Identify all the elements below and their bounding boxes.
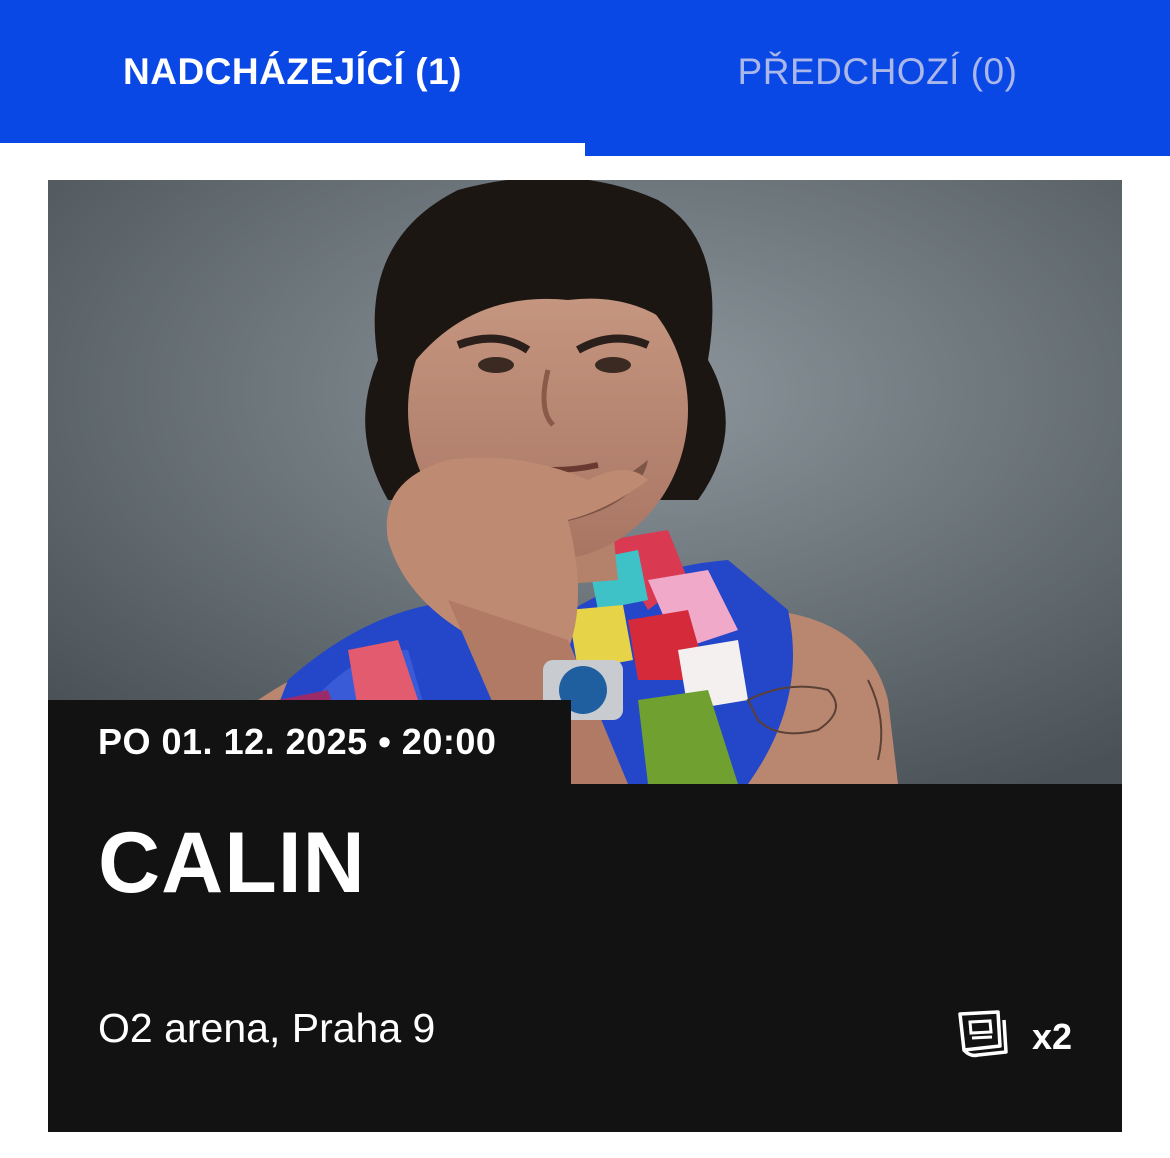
tab-upcoming-label: NADCHÁZEJÍCÍ (1)	[123, 50, 462, 92]
tab-bar-background-extension	[585, 143, 1170, 156]
ticket-count: x2	[1031, 1015, 1072, 1057]
event-card[interactable]: PO 01. 12. 2025 • 20:00 CALIN O2 arena, …	[48, 180, 1122, 1132]
artist-photo	[48, 180, 1122, 784]
event-datetime: PO 01. 12. 2025 • 20:00	[98, 721, 497, 762]
ticket-stack-icon	[956, 1008, 1010, 1065]
event-venue: O2 arena, Praha 9	[98, 1005, 436, 1051]
event-title: CALIN	[98, 815, 366, 911]
ticket-count-indicator: x2	[956, 1008, 1072, 1065]
tab-past-label: PŘEDCHOZÍ (0)	[737, 50, 1018, 92]
tab-bar: NADCHÁZEJÍCÍ (1) PŘEDCHOZÍ (0)	[0, 0, 1170, 156]
tab-upcoming[interactable]: NADCHÁZEJÍCÍ (1)	[0, 0, 585, 143]
tab-past[interactable]: PŘEDCHOZÍ (0)	[585, 0, 1170, 143]
event-datetime-box: PO 01. 12. 2025 • 20:00	[48, 700, 571, 784]
